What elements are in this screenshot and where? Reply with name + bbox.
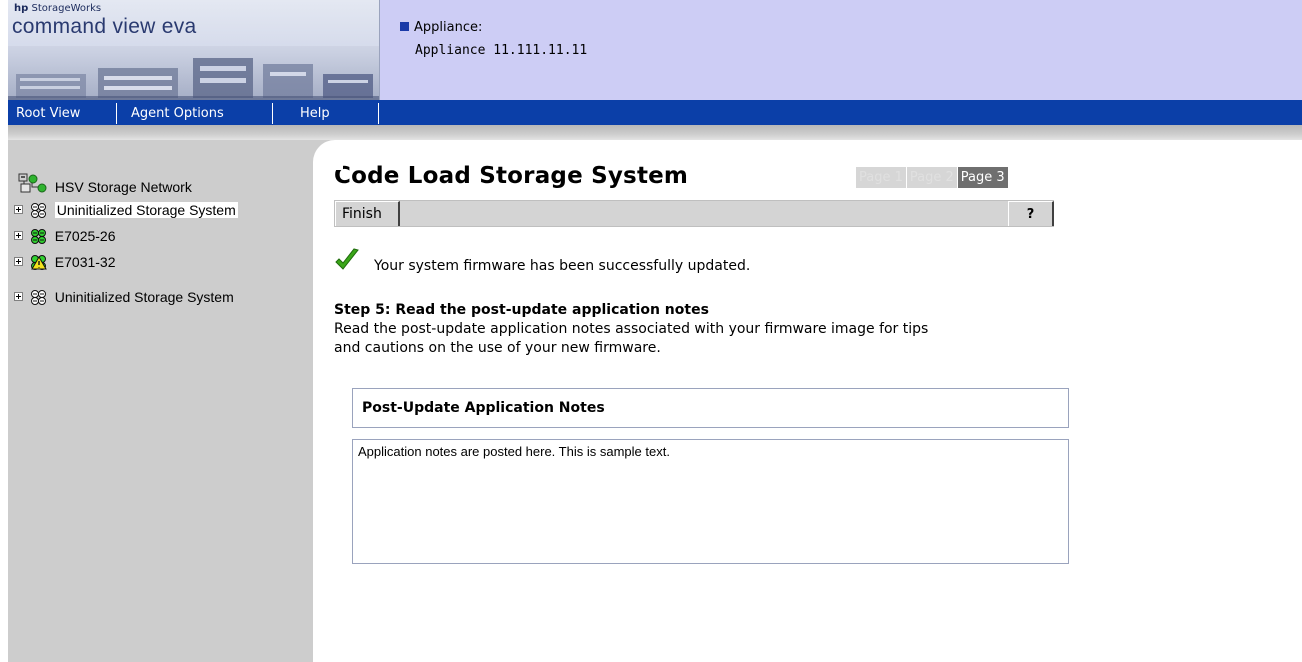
tree-item-label: Uninitialized Storage System <box>54 202 238 218</box>
notes-title: Post-Update Application Notes <box>362 400 605 416</box>
tree-root-label: HSV Storage Network <box>54 179 192 195</box>
expand-icon[interactable] <box>14 231 23 240</box>
navigation-tree: HSV Storage Network Uninitialized Storag… <box>8 140 313 662</box>
step-description-line: and cautions on the use of your new firm… <box>334 340 661 356</box>
tree-item-e7025-26[interactable]: E7025-26 <box>14 228 116 248</box>
menu-item-root-view[interactable]: Root View <box>8 100 88 125</box>
menu-item-agent-options[interactable]: Agent Options <box>123 100 232 125</box>
notes-text-area[interactable]: Application notes are posted here. This … <box>352 439 1069 564</box>
storage-system-green-icon <box>30 229 46 244</box>
menu-separator <box>378 103 379 124</box>
page-title: Code Load Storage System <box>334 163 689 189</box>
brand-logo: hp StorageWorks command view eva <box>8 0 380 100</box>
appliance-label: Appliance: <box>400 20 482 35</box>
tree-item-e7031-32[interactable]: E7031-32 <box>14 254 116 274</box>
tree-item-label: E7031-32 <box>54 254 116 270</box>
menu-separator <box>272 103 273 124</box>
help-button[interactable]: ? <box>1008 201 1054 226</box>
page-tab-1[interactable]: Page 1 <box>856 167 906 188</box>
step-description-line: Read the post-update application notes a… <box>334 321 929 337</box>
expand-icon[interactable] <box>14 292 23 301</box>
step-heading: Step 5: Read the post-update application… <box>334 302 709 318</box>
appliance-value: Appliance 11.111.11.11 <box>415 43 588 58</box>
brand-name: command view eva <box>12 15 197 38</box>
page-navigator: Page 1 Page 2 Page 3 <box>856 167 1009 188</box>
expand-icon[interactable] <box>14 257 23 266</box>
storage-network-icon <box>18 173 47 193</box>
page-tab-3[interactable]: Page 3 <box>957 167 1008 188</box>
menu-item-help[interactable]: Help <box>292 100 338 125</box>
storage-system-gray-icon <box>30 290 46 305</box>
tree-item-label: E7025-26 <box>54 228 116 244</box>
menu-bar: Root View Agent Options Help <box>8 100 1302 125</box>
tree-root-node[interactable]: HSV Storage Network <box>18 173 192 195</box>
main-content: Code Load Storage System Page 1 Page 2 P… <box>313 140 1302 662</box>
expand-icon[interactable] <box>14 205 23 214</box>
header-shadow-band <box>8 125 1302 140</box>
appliance-panel: Appliance: Appliance 11.111.11.11 <box>380 0 1302 100</box>
notes-header-panel: Post-Update Application Notes <box>352 388 1069 428</box>
page-tab-2[interactable]: Page 2 <box>906 167 957 188</box>
square-bullet-icon <box>400 22 409 31</box>
finish-button[interactable]: Finish <box>335 201 400 226</box>
tree-item-label: Uninitialized Storage System <box>54 289 234 305</box>
checkmark-icon <box>335 248 359 270</box>
storage-system-gray-icon <box>30 203 46 218</box>
step-description: Read the post-update application notes a… <box>334 320 1094 358</box>
brand-small-text: hp StorageWorks <box>14 3 102 14</box>
brand-banner-art-icon <box>8 46 379 100</box>
menu-separator <box>116 103 117 124</box>
notes-body-text: Application notes are posted here. This … <box>358 444 670 459</box>
storage-system-warning-icon <box>30 255 47 270</box>
tree-item-uninitialized-2[interactable]: Uninitialized Storage System <box>14 289 234 309</box>
success-message: Your system firmware has been successful… <box>374 258 751 274</box>
wizard-toolbar: Finish ? <box>334 200 1054 227</box>
appliance-label-text: Appliance: <box>414 20 483 35</box>
app-header: hp StorageWorks command view eva Applian… <box>8 0 1302 125</box>
tree-item-uninitialized-1[interactable]: Uninitialized Storage System <box>14 202 238 222</box>
